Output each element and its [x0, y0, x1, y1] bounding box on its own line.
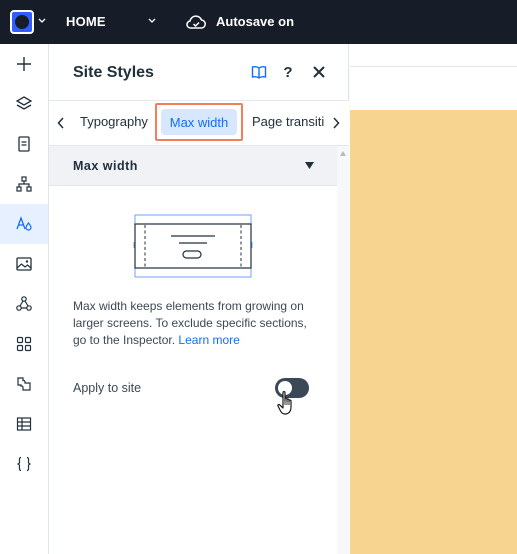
book-icon[interactable]	[249, 62, 269, 82]
close-icon[interactable]	[309, 62, 329, 82]
apps-network-icon	[16, 296, 32, 311]
code-button[interactable]	[0, 444, 48, 484]
app-market-icon	[16, 336, 32, 352]
canvas-section[interactable]	[350, 110, 517, 554]
site-styles-button[interactable]	[0, 204, 48, 244]
hand-cursor-icon	[277, 391, 292, 415]
max-width-illustration-icon	[133, 214, 253, 278]
layers-icon	[15, 96, 33, 110]
integrations-icon	[17, 377, 31, 391]
max-width-description: Max width keeps elements from growing on…	[73, 299, 307, 347]
panel-title: Site Styles	[73, 64, 154, 81]
add-elements-button[interactable]	[0, 44, 48, 84]
cms-button[interactable]	[0, 404, 48, 444]
tab-typography[interactable]: Typography	[80, 114, 148, 129]
canvas-header-strip	[350, 66, 517, 110]
caret-down-icon	[305, 162, 314, 169]
cms-table-icon	[16, 417, 32, 431]
top-bar: HOME Autosave on	[0, 0, 517, 44]
add-icon	[17, 57, 31, 71]
site-structure-button[interactable]	[0, 164, 48, 204]
site-styles-icon	[16, 216, 32, 231]
pages-button[interactable]	[0, 124, 48, 164]
code-icon	[17, 456, 31, 472]
help-icon[interactable]: ?	[278, 62, 298, 82]
apps-network-button[interactable]	[0, 284, 48, 324]
cloud-check-icon	[186, 15, 206, 29]
apply-to-site-label: Apply to site	[73, 381, 142, 395]
tabs-scroll-left[interactable]	[49, 101, 73, 145]
editor-canvas	[350, 44, 517, 554]
style-tabs: Typography Max width Page transiti	[49, 100, 349, 146]
pages-icon	[18, 136, 30, 152]
tab-max-width[interactable]: Max width	[161, 109, 237, 135]
tab-page-transitions[interactable]: Page transiti	[252, 114, 324, 129]
site-structure-icon	[16, 176, 32, 192]
chevron-down-icon[interactable]	[37, 15, 47, 25]
section-title: Max width	[73, 159, 138, 173]
panel-scrollbar[interactable]	[337, 146, 349, 554]
chevron-down-icon[interactable]	[147, 15, 157, 25]
scroll-up-arrow-icon[interactable]	[340, 151, 346, 156]
tab-highlight-frame: Max width	[155, 103, 243, 141]
integrations-button[interactable]	[0, 364, 48, 404]
media-button[interactable]	[0, 244, 48, 284]
chevron-right-icon	[333, 117, 340, 129]
page-selector[interactable]: HOME	[66, 14, 106, 29]
tabs-scroll-right[interactable]	[324, 101, 348, 145]
site-styles-panel: Site Styles ? Typography Max width Page …	[49, 44, 349, 554]
left-toolbar	[0, 44, 49, 554]
app-market-button[interactable]	[0, 324, 48, 364]
site-logo-icon[interactable]	[10, 10, 34, 34]
chevron-left-icon	[57, 117, 64, 129]
media-icon	[16, 257, 32, 271]
autosave-status: Autosave on	[216, 14, 295, 29]
max-width-section-header[interactable]: Max width	[49, 146, 337, 186]
learn-more-link[interactable]: Learn more	[178, 333, 239, 347]
layers-button[interactable]	[0, 84, 48, 124]
